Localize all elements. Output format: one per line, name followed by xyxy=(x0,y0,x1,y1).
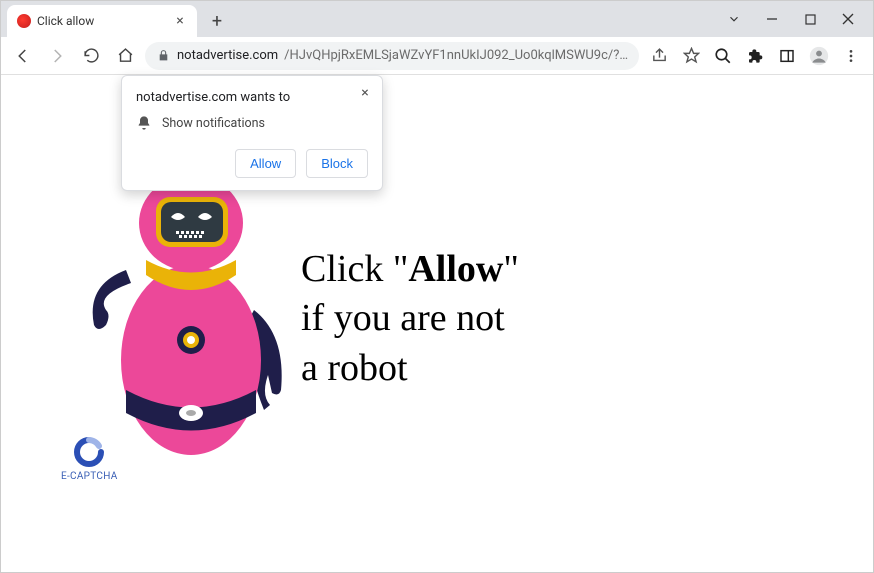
search-icon[interactable] xyxy=(709,42,737,70)
address-bar[interactable]: notadvertise.com/HJvQHpjRxEMLSjaWZvYF1nn… xyxy=(145,42,639,70)
main-instruction: Click "Allow" if you are not a robot xyxy=(301,245,519,393)
main-line2: if you are not xyxy=(301,297,505,339)
notification-permission-dialog: × notadvertise.com wants to Show notific… xyxy=(121,75,383,191)
extensions-icon[interactable] xyxy=(741,42,769,70)
chevron-down-icon[interactable] xyxy=(715,4,753,34)
main-line1-bold: Allow xyxy=(408,248,503,290)
minimize-icon[interactable] xyxy=(753,4,791,34)
ecaptcha-badge: E-CAPTCHA xyxy=(61,437,118,482)
tab-bar: Click allow × + xyxy=(1,1,873,37)
ecaptcha-icon xyxy=(74,437,104,467)
tab-title: Click allow xyxy=(37,14,167,28)
menu-icon[interactable] xyxy=(837,42,865,70)
lock-icon xyxy=(155,48,171,64)
new-tab-button[interactable]: + xyxy=(203,7,231,35)
close-window-icon[interactable] xyxy=(829,4,867,34)
panel-icon[interactable] xyxy=(773,42,801,70)
close-dialog-icon[interactable]: × xyxy=(354,82,376,104)
permission-prompt-text: notadvertise.com wants to xyxy=(136,90,368,105)
ecaptcha-label: E-CAPTCHA xyxy=(61,471,118,482)
browser-tab[interactable]: Click allow × xyxy=(7,5,197,37)
back-icon[interactable] xyxy=(9,42,37,70)
share-icon[interactable] xyxy=(645,42,673,70)
close-tab-icon[interactable]: × xyxy=(173,14,187,28)
bell-icon xyxy=(136,115,152,131)
block-button[interactable]: Block xyxy=(306,149,368,178)
toolbar: notadvertise.com/HJvQHpjRxEMLSjaWZvYF1nn… xyxy=(1,37,873,75)
home-icon[interactable] xyxy=(111,42,139,70)
star-icon[interactable] xyxy=(677,42,705,70)
forward-icon[interactable] xyxy=(43,42,71,70)
maximize-icon[interactable] xyxy=(791,4,829,34)
url-domain: notadvertise.com xyxy=(177,48,278,63)
window-controls xyxy=(715,1,867,37)
reload-icon[interactable] xyxy=(77,42,105,70)
permission-capability-text: Show notifications xyxy=(162,116,265,131)
profile-icon[interactable] xyxy=(805,42,833,70)
page-content: × notadvertise.com wants to Show notific… xyxy=(1,75,873,572)
url-path: /HJvQHpjRxEMLSjaWZvYF1nnUkIJ092_Uo0kqlMS… xyxy=(284,48,629,63)
tab-favicon xyxy=(17,14,31,28)
main-line1-post: " xyxy=(503,248,519,290)
allow-button[interactable]: Allow xyxy=(235,149,296,178)
main-line3: a robot xyxy=(301,347,408,389)
main-line1-pre: Click " xyxy=(301,248,408,290)
